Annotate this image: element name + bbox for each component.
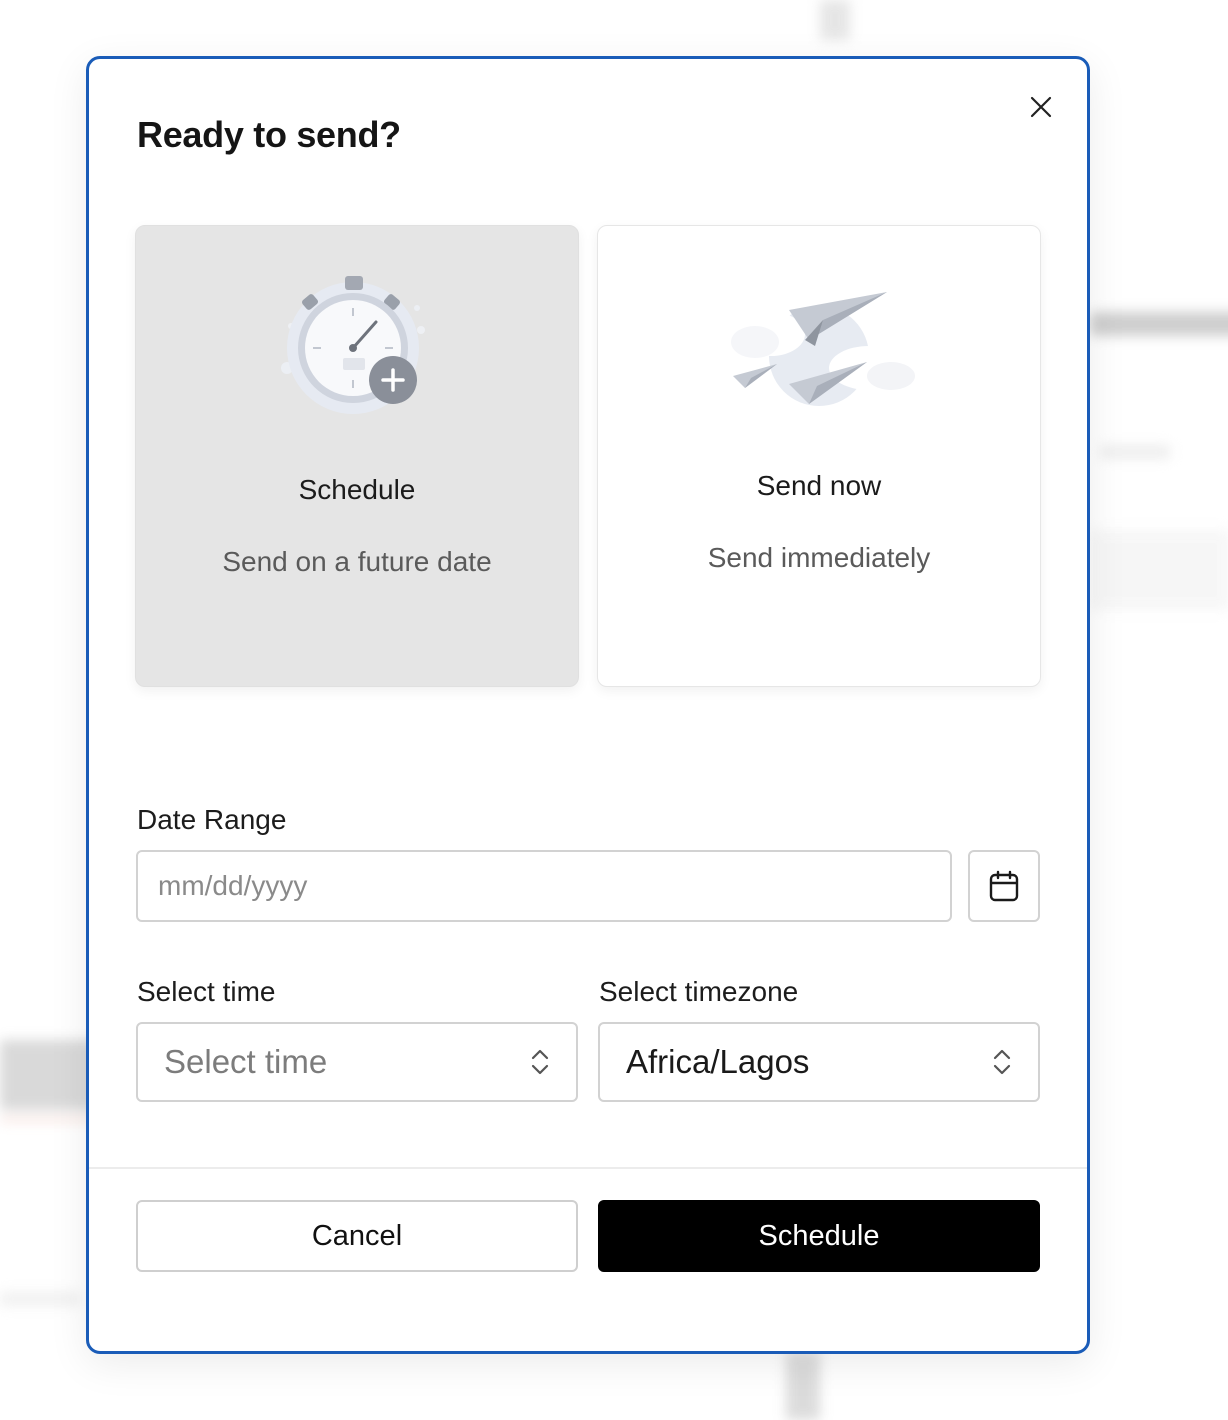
date-range-label: Date Range — [137, 804, 287, 835]
option-send-now-subtitle: Send immediately — [707, 542, 931, 573]
time-select[interactable]: Select time — [136, 1022, 578, 1102]
schedule-button[interactable]: Schedule — [598, 1200, 1040, 1272]
bg-element — [1100, 445, 1170, 459]
timezone-select[interactable]: Africa/Lagos — [598, 1022, 1040, 1102]
time-select-value: Select time — [164, 1043, 328, 1080]
stopwatch-plus-illustration — [136, 270, 578, 420]
paper-planes-clouds-illustration — [598, 276, 1040, 416]
chevron-up-down-icon — [531, 1049, 549, 1075]
option-schedule-subtitle: Send on a future date — [222, 546, 492, 577]
option-send-now-title: Send now — [756, 470, 882, 501]
bg-element — [0, 1118, 100, 1121]
calendar-icon — [989, 870, 1019, 902]
calendar-button[interactable] — [968, 850, 1040, 922]
timezone-select-value: Africa/Lagos — [626, 1043, 810, 1080]
date-input[interactable] — [136, 850, 952, 922]
bg-element — [786, 1352, 820, 1420]
send-modal: Ready to send? Schedule Send on a future… — [86, 56, 1090, 1354]
select-time-label: Select time — [137, 976, 276, 1007]
select-timezone-label: Select timezone — [599, 976, 799, 1007]
option-schedule-title: Schedule — [298, 474, 416, 505]
footer-divider — [89, 1167, 1087, 1169]
bg-element — [0, 1292, 80, 1306]
bg-element — [820, 0, 850, 40]
option-schedule[interactable]: Schedule Send on a future date — [135, 225, 579, 687]
chevron-up-down-icon — [993, 1049, 1011, 1075]
bg-element — [1090, 530, 1228, 610]
cancel-button[interactable]: Cancel — [136, 1200, 578, 1272]
bg-element — [1090, 312, 1228, 336]
modal-title: Ready to send? — [137, 114, 401, 155]
close-icon — [1030, 96, 1052, 118]
option-send-now[interactable]: Send now Send immediately — [597, 225, 1041, 687]
close-button[interactable] — [1023, 89, 1059, 125]
